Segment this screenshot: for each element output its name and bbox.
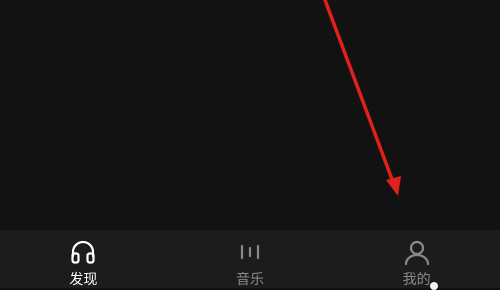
- tab-music[interactable]: 音乐: [167, 230, 333, 288]
- app-screen: 发现 音乐 我的: [0, 0, 500, 290]
- tab-music-label: 音乐: [235, 272, 264, 288]
- headphones-icon: [71, 240, 95, 264]
- notification-dot: [429, 282, 438, 290]
- tab-mine[interactable]: 我的: [334, 230, 500, 290]
- user-icon: [404, 240, 429, 266]
- content-area: [0, 0, 500, 230]
- bottom-tab-bar: 发现 音乐 我的: [0, 230, 500, 290]
- tab-discover-label: 发现: [69, 272, 98, 288]
- bars-icon: [240, 244, 260, 260]
- tab-mine-label: 我的: [402, 272, 431, 288]
- tab-discover[interactable]: 发现: [0, 230, 166, 288]
